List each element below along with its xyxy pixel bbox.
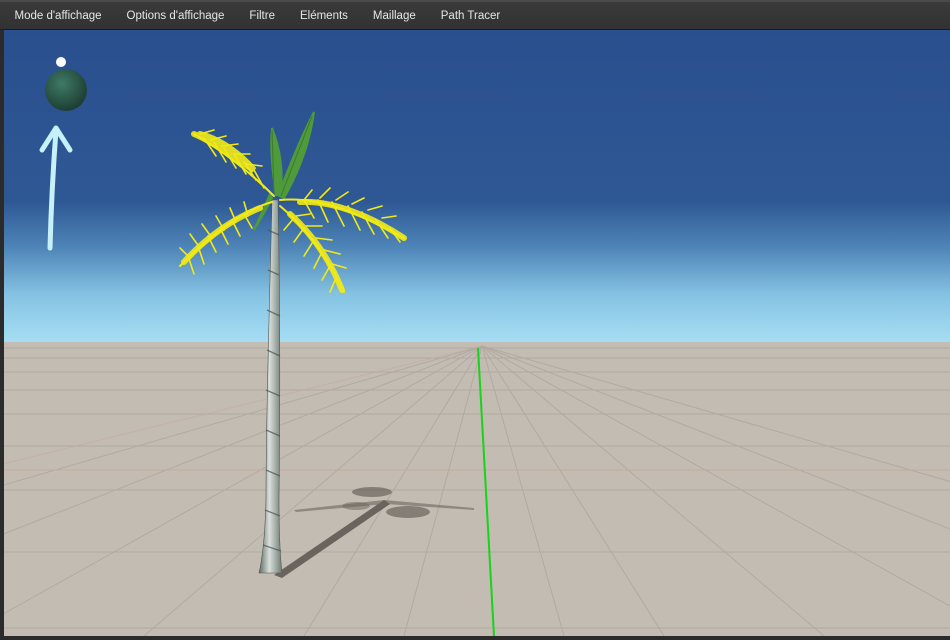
ground-plane (4, 342, 950, 636)
menu-elements[interactable]: Eléments (287, 3, 360, 29)
menu-path-tracer[interactable]: Path Tracer (428, 3, 512, 29)
3d-viewport[interactable] (4, 30, 950, 636)
menu-display-options[interactable]: Options d'affichage (114, 3, 237, 29)
bottom-border (0, 636, 950, 640)
menu-bar: Mode d'affichage Options d'affichage Fil… (0, 0, 950, 30)
menu-mesh[interactable]: Maillage (360, 3, 428, 29)
sun-sphere[interactable] (45, 69, 87, 111)
menu-display-mode[interactable]: Mode d'affichage (2, 3, 114, 29)
sun-position-dot[interactable] (56, 57, 66, 67)
menu-filter[interactable]: Filtre (237, 3, 288, 29)
sky (4, 30, 950, 342)
